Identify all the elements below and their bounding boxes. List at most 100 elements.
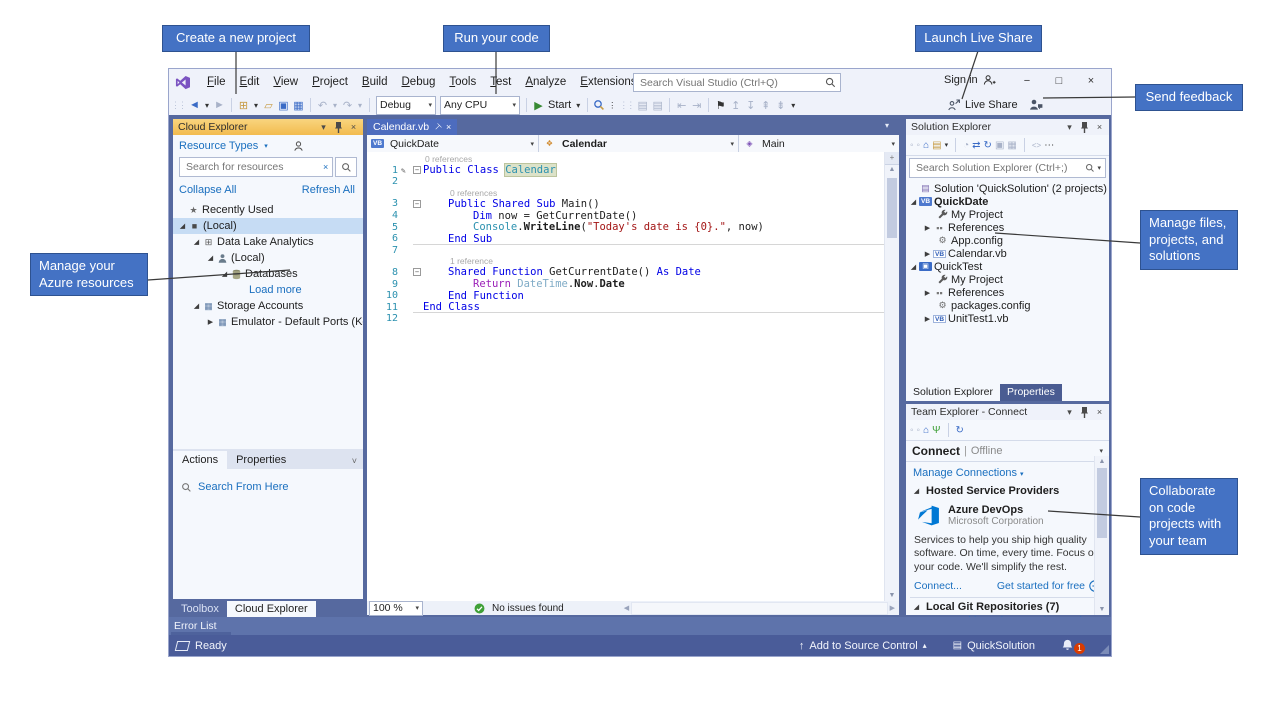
switch-views-icon[interactable]: ▤ <box>932 140 941 151</box>
menu-analyze[interactable]: Analyze <box>518 74 573 90</box>
solution-search-box[interactable]: ▾ <box>909 158 1106 178</box>
expander-open-icon[interactable]: ◢ <box>219 270 230 278</box>
collapse-all-icon[interactable]: ▣ <box>995 140 1004 151</box>
refresh-icon[interactable]: ↻ <box>984 140 992 151</box>
vertical-scrollbar[interactable]: + ▲ ▼ <box>884 152 899 601</box>
vs-search-box[interactable] <box>633 73 841 92</box>
project-dropdown[interactable]: VB QuickDate ▾ <box>367 135 539 152</box>
codelens-indicator[interactable]: 0 references <box>367 188 885 199</box>
menu-edit[interactable]: Edit <box>233 74 267 90</box>
tree-item-local[interactable]: ◢(Local) <box>173 250 363 266</box>
expander-open-icon[interactable]: ◢ <box>191 238 202 246</box>
maximize-button[interactable]: □ <box>1043 69 1075 93</box>
scroll-down-icon[interactable]: ▼ <box>1095 606 1109 613</box>
code-line-11[interactable]: 11End Class <box>367 301 885 313</box>
resource-search-input[interactable] <box>184 160 323 174</box>
search-from-here-link[interactable]: Search From Here <box>198 481 288 493</box>
code-line-9[interactable]: 9Return DateTime.Now.Date <box>367 278 885 290</box>
menu-test[interactable]: Test <box>483 74 518 90</box>
start-dropdown[interactable]: ▾ <box>574 101 582 110</box>
close-tab-icon[interactable]: × <box>446 122 451 132</box>
decrease-indent-icon[interactable]: ⇤ <box>675 99 688 112</box>
codelens-indicator[interactable]: 0 references <box>367 154 885 165</box>
pending-changes-filter-icon[interactable]: ◔ <box>963 140 969 151</box>
previous-bookmark-folder-icon[interactable]: ⇞ <box>759 99 772 112</box>
minimize-button[interactable]: − <box>1011 69 1043 93</box>
start-debug-icon[interactable]: ▶ <box>532 99 545 112</box>
new-project-dropdown[interactable]: ▾ <box>252 101 260 110</box>
expander-open-icon[interactable]: ◢ <box>908 198 919 206</box>
current-solution-button[interactable]: ▤ QuickSolution <box>953 640 1035 652</box>
pin-icon[interactable] <box>1077 122 1092 133</box>
tab-solution-explorer[interactable]: Solution Explorer <box>906 384 1000 401</box>
next-bookmark-icon[interactable]: ↧ <box>744 99 757 112</box>
section-expander-icon[interactable]: ◢ <box>911 487 922 495</box>
solution-explorer-title-bar[interactable]: Solution Explorer ▾ × <box>906 119 1109 135</box>
code-line-5[interactable]: 5Console.WriteLine("Today's date is {0}.… <box>367 221 885 233</box>
menu-build[interactable]: Build <box>355 74 395 90</box>
code-line-4[interactable]: 4Dim now = GetCurrentDate() <box>367 210 885 222</box>
menu-file[interactable]: File <box>200 74 233 90</box>
scrollbar-thumb[interactable] <box>1097 468 1107 538</box>
back-icon[interactable]: ◦ <box>910 425 914 436</box>
navigate-backward-icon[interactable]: ◄ <box>188 99 201 111</box>
pin-icon[interactable] <box>1077 407 1092 418</box>
view-code-icon[interactable]: <> <box>1032 141 1041 150</box>
toolbar-overflow-icon[interactable]: ⋮ <box>608 101 616 110</box>
tree-item-unittest1-vb[interactable]: ▶VBUnitTest1.vb <box>906 312 1109 325</box>
account-icon[interactable] <box>292 140 305 152</box>
resource-search-box[interactable]: × <box>179 157 333 177</box>
scroll-down-icon[interactable]: ▼ <box>885 592 899 599</box>
get-started-link[interactable]: Get started for free <box>997 580 1085 592</box>
resize-grip[interactable] <box>1100 645 1109 654</box>
scroll-up-icon[interactable]: ▲ <box>1095 458 1109 465</box>
window-position-icon[interactable]: ▾ <box>1062 407 1077 418</box>
window-position-icon[interactable]: ▾ <box>1062 122 1077 133</box>
collapse-all-link[interactable]: Collapse All <box>179 184 236 196</box>
dock-tab-cloud-explorer[interactable]: Cloud Explorer <box>227 601 316 617</box>
connect-plug-icon[interactable]: Ψ <box>932 425 940 436</box>
tab-properties[interactable]: Properties <box>227 451 295 469</box>
tree-item-storage-accounts[interactable]: ◢▦Storage Accounts <box>173 298 363 314</box>
show-all-files-icon[interactable]: ▦ <box>1007 140 1016 151</box>
close-icon[interactable]: × <box>1092 407 1107 417</box>
menu-tools[interactable]: Tools <box>442 74 483 90</box>
scroll-up-icon[interactable]: ▲ <box>885 166 899 173</box>
document-tab-calendar-vb[interactable]: Calendar.vb ⊤ × <box>367 119 457 135</box>
redo-icon[interactable]: ↷ <box>341 99 354 112</box>
scroll-right-icon[interactable]: ▶ <box>890 604 895 612</box>
toolbar-grip[interactable]: ⋮⋮ <box>619 100 633 111</box>
vertical-scrollbar[interactable]: ▲ ▼ <box>1094 456 1109 615</box>
send-feedback-icon[interactable] <box>1029 98 1043 114</box>
tab-actions[interactable]: Actions <box>173 451 227 469</box>
forward-icon[interactable]: ◦ <box>917 425 921 436</box>
tree-item-solution-quicksolution-2-projects[interactable]: ▤Solution 'QuickSolution' (2 projects) <box>906 182 1109 195</box>
undo-dropdown[interactable]: ▾ <box>331 101 339 110</box>
health-status-label[interactable]: No issues found <box>492 603 564 614</box>
resource-types-dropdown[interactable]: Resource Types <box>179 140 258 152</box>
chevron-down-icon[interactable]: ▾ <box>945 141 949 149</box>
next-bookmark-folder-icon[interactable]: ⇟ <box>774 99 787 112</box>
team-explorer-title-bar[interactable]: Team Explorer - Connect ▾ × <box>906 404 1109 420</box>
close-icon[interactable]: × <box>1092 122 1107 132</box>
code-line-2[interactable]: 2 <box>367 176 885 188</box>
tree-item-references[interactable]: ▶▪▪References <box>906 221 1109 234</box>
search-button[interactable] <box>335 157 357 177</box>
menu-debug[interactable]: Debug <box>394 74 442 90</box>
scrollbar-thumb[interactable] <box>887 178 897 238</box>
expander-closed-icon[interactable]: ▶ <box>922 224 933 232</box>
fold-collapse-icon[interactable]: − <box>413 166 421 174</box>
clear-search-icon[interactable]: × <box>323 162 328 172</box>
solution-configurations-dropdown[interactable]: Debug ▾ <box>376 96 436 115</box>
save-all-icon[interactable]: ▦ <box>292 99 305 112</box>
window-position-icon[interactable]: ▾ <box>316 122 331 133</box>
method-dropdown[interactable]: ◈ Main ▾ <box>739 135 899 152</box>
code-line-8[interactable]: 8−Shared Function GetCurrentDate() As Da… <box>367 267 885 279</box>
forward-icon[interactable]: ◦ <box>917 140 921 151</box>
solution-search-input[interactable] <box>914 161 1085 175</box>
tree-item-recently-used[interactable]: ★Recently Used <box>173 202 363 218</box>
redo-dropdown[interactable]: ▾ <box>356 101 364 110</box>
notifications-button[interactable]: 1 <box>1061 637 1085 654</box>
scroll-left-icon[interactable]: ◀ <box>624 604 629 612</box>
horizontal-scrollbar[interactable] <box>631 602 888 615</box>
